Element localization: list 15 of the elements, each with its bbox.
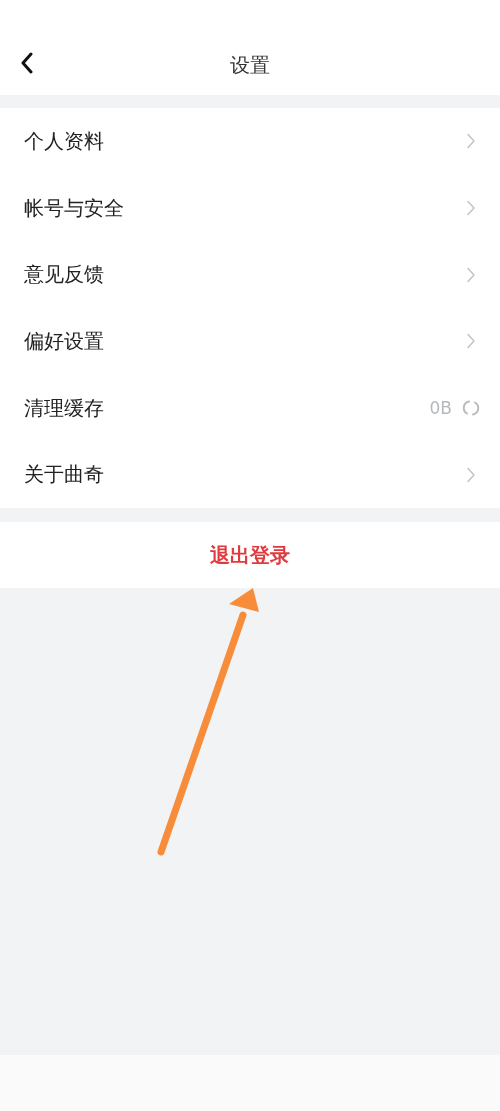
page-title: 设置 — [230, 52, 270, 79]
settings-item[interactable]: 清理缓存 0B — [0, 374, 500, 442]
logout-button[interactable]: 退出登录 — [0, 522, 500, 589]
cache-size: 0B — [429, 398, 452, 419]
settings-item[interactable]: 帐号与安全 — [0, 174, 500, 242]
chevron-right-icon — [466, 266, 476, 283]
settings-item[interactable]: 意见反馈 — [0, 241, 500, 309]
settings-item[interactable]: 个人资料 — [0, 108, 500, 175]
settings-item[interactable]: 偏好设置 — [0, 308, 500, 375]
chevron-right-icon — [466, 466, 476, 483]
back-icon[interactable] — [20, 52, 34, 74]
chevron-right-icon — [466, 133, 476, 150]
chevron-right-icon — [466, 200, 476, 217]
chevron-right-icon — [466, 333, 476, 350]
settings-item[interactable]: 关于曲奇 — [0, 441, 500, 509]
